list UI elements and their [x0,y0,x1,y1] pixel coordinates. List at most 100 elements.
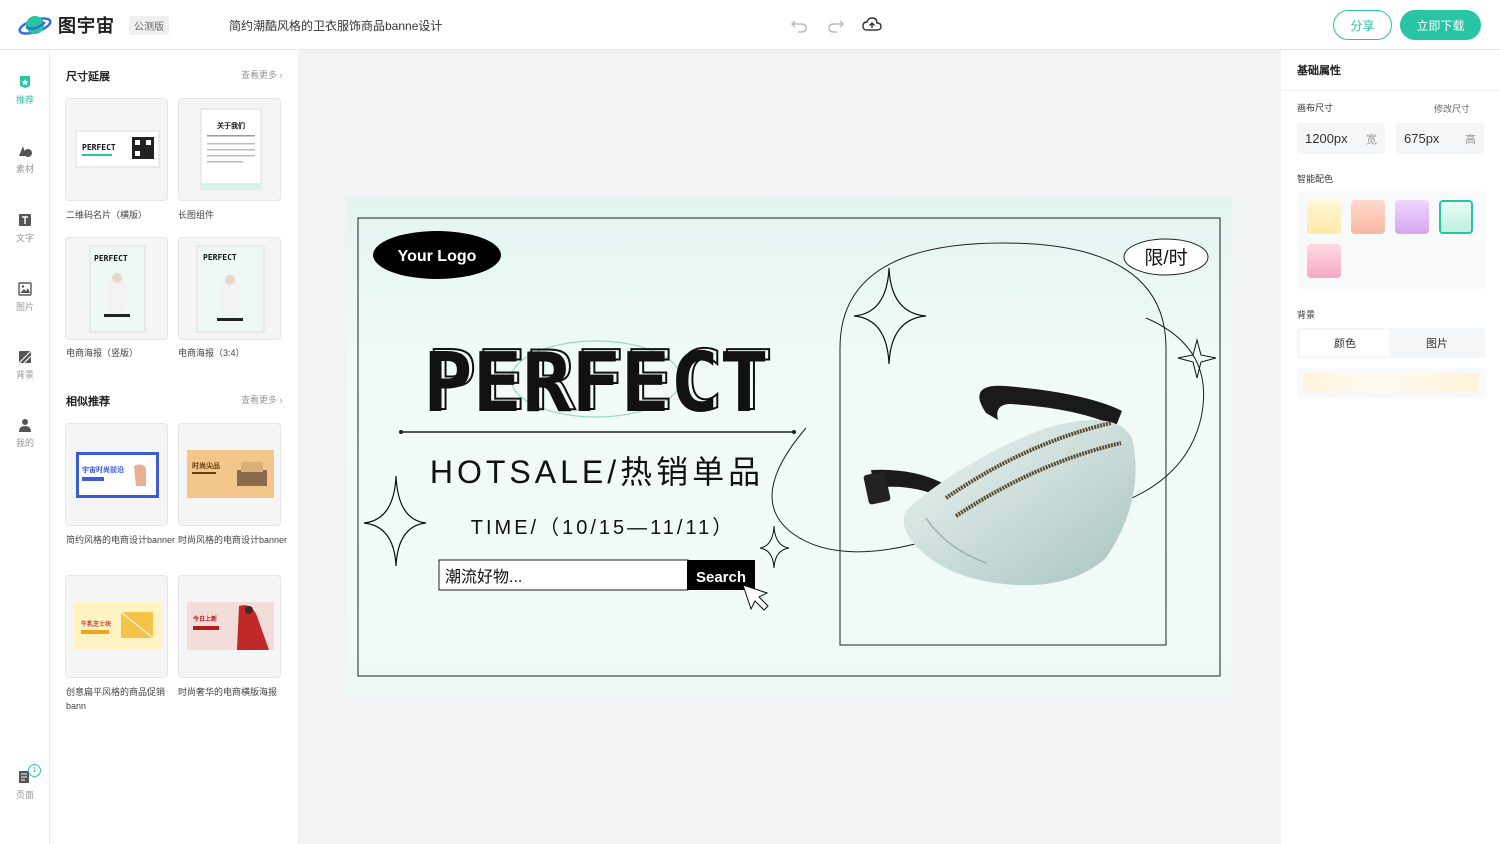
search-button-label: Search [696,569,746,586]
rail-label: 推荐 [15,95,34,105]
template-label: 创意扁平风格的商品促销bann [66,687,166,711]
palette-swatch[interactable] [1307,200,1341,234]
template-label: 时尚风格的电商设计banner [178,535,288,545]
cloud-save-icon[interactable] [862,15,882,35]
template-label: 电商海报（竖版） [66,348,139,358]
left-rail: 推荐 素材 文字 图片 背景 我的 1 页面 [0,50,50,844]
top-header: 图宇宙 公测版 简约潮酷风格的卫衣服饰商品banne设计 分享 立即下载 [0,0,1500,50]
template-card-simple-banner[interactable]: 宇宙时尚前沿 [65,423,168,526]
svg-text:关于我们: 关于我们 [217,121,245,130]
palette-swatch[interactable] [1351,200,1385,234]
svg-text:时尚尖品: 时尚尖品 [192,461,220,470]
rail-label: 文字 [15,233,34,243]
template-label: 长图组件 [178,210,215,220]
width-input[interactable]: 1200px 宽 [1297,123,1385,154]
planet-icon [18,12,52,38]
waist-bag-image[interactable] [863,385,1136,586]
template-label: 二维码名片（横版） [66,210,148,220]
rail-item-material[interactable]: 素材 [0,144,50,175]
see-more-link[interactable]: 查看更多 › [241,393,283,406]
template-thumbnail: PERFECT [66,238,167,339]
rail-item-image[interactable]: 图片 [0,282,50,313]
width-unit: 宽 [1366,133,1377,146]
rail-label: 素材 [15,164,34,174]
sparkle-icon [759,525,790,569]
share-button[interactable]: 分享 [1333,10,1392,40]
text-icon [19,214,31,226]
search-placeholder: 潮流好物... [445,568,522,586]
height-value: 675px [1404,131,1440,146]
cursor-icon [742,584,769,611]
rail-item-text[interactable]: 文字 [0,213,50,244]
svg-text:宇宙时尚前沿: 宇宙时尚前沿 [82,465,124,474]
height-input[interactable]: 675px 高 [1396,123,1484,154]
template-card-poster-vertical[interactable]: PERFECT [65,237,168,340]
template-card-luxury-poster[interactable]: 今日上新 [178,575,281,678]
svg-text:PERFECT: PERFECT [94,254,128,263]
canvas-size-label: 画布尺寸 [1297,103,1334,113]
design-canvas[interactable]: Your Logo 限/时 PERFECT PERFECT HOTSALE/热销… [346,198,1232,696]
chevron-right-icon: › [279,70,283,80]
beta-badge: 公测版 [129,15,169,35]
template-label: 简约风格的电商设计banner [66,535,176,545]
properties-title: 基础属性 [1297,65,1341,77]
template-panel: 尺寸延展 查看更多 › PERFECT 二维码名片（横版） 关于我们 长图组件 [50,50,298,844]
template-label: 电商海报（3:4） [178,348,245,358]
rail-label: 背景 [15,370,34,380]
user-icon [19,419,31,432]
rail-item-background[interactable]: 背景 [0,350,50,381]
template-thumbnail: 关于我们 [179,99,280,200]
shapes-icon [19,146,32,157]
svg-text:今日上新: 今日上新 [192,615,217,623]
rail-item-recommend[interactable]: 推荐 [0,75,50,106]
background-label: 背景 [1297,310,1316,320]
tab-image[interactable]: 图片 [1392,330,1482,356]
section-title-size-extension: 尺寸延展 [66,71,110,83]
svg-text:牛乳芝士块: 牛乳芝士块 [81,620,112,628]
palette-swatch[interactable] [1395,200,1429,234]
hotsale-text[interactable]: HOTSALE/热销单品 [430,454,764,490]
palette-swatch-selected[interactable] [1439,200,1473,234]
sparkle-icon [363,475,427,567]
rail-label: 我的 [15,438,34,448]
template-card-long-image[interactable]: 关于我们 [178,98,281,201]
template-thumbnail: PERFECT [179,238,280,339]
width-value: 1200px [1305,131,1348,146]
rail-item-pages[interactable]: 1 页面 [0,764,50,801]
recommend-icon [20,76,30,88]
document-title[interactable]: 简约潮酷风格的卫衣服饰商品banne设计 [229,17,442,34]
template-thumbnail: 今日上新 [179,576,280,677]
palette-swatch[interactable] [1307,244,1341,278]
template-card-qr-card[interactable]: PERFECT [65,98,168,201]
image-icon [18,282,32,296]
time-text[interactable]: TIME/（10/15—11/11） [471,516,735,539]
banner-artwork: Your Logo 限/时 PERFECT PERFECT HOTSALE/热销… [357,217,1221,677]
height-unit: 高 [1465,133,1476,146]
template-thumbnail: 时尚尖品 [179,424,280,525]
limited-text[interactable]: 限/时 [1144,247,1187,269]
rail-item-mine[interactable]: 我的 [0,418,50,449]
properties-panel: 基础属性 画布尺寸 修改尺寸 1200px 宽 675px 高 智能配色 背景 … [1281,50,1500,844]
background-color-preview [1303,374,1479,392]
section-title-similar: 相似推荐 [66,396,110,408]
template-card-poster-3-4[interactable]: PERFECT [178,237,281,340]
template-card-flat-promo[interactable]: 牛乳芝士块 [65,575,168,678]
background-color-bar[interactable] [1297,368,1485,398]
chevron-right-icon: › [279,395,283,405]
download-button[interactable]: 立即下载 [1400,10,1481,40]
svg-text:PERFECT: PERFECT [203,253,237,262]
resize-link[interactable]: 修改尺寸 [1434,102,1470,115]
redo-icon[interactable] [826,15,846,35]
template-label: 时尚奢华的电商横版海报 [178,687,278,697]
page-count-badge: 1 [28,764,41,777]
palette-grid [1297,191,1485,289]
see-more-link[interactable]: 查看更多 › [241,68,283,81]
tab-color[interactable]: 颜色 [1300,330,1390,356]
headline-text[interactable]: PERFECT [423,336,769,431]
brand-logo[interactable]: 图宇宙 公测版 [18,12,169,38]
undo-icon[interactable] [789,15,809,35]
template-card-fashion-banner[interactable]: 时尚尖品 [178,423,281,526]
smart-palette-label: 智能配色 [1297,174,1334,184]
your-logo-text[interactable]: Your Logo [398,248,477,265]
template-thumbnail: PERFECT [66,99,167,200]
